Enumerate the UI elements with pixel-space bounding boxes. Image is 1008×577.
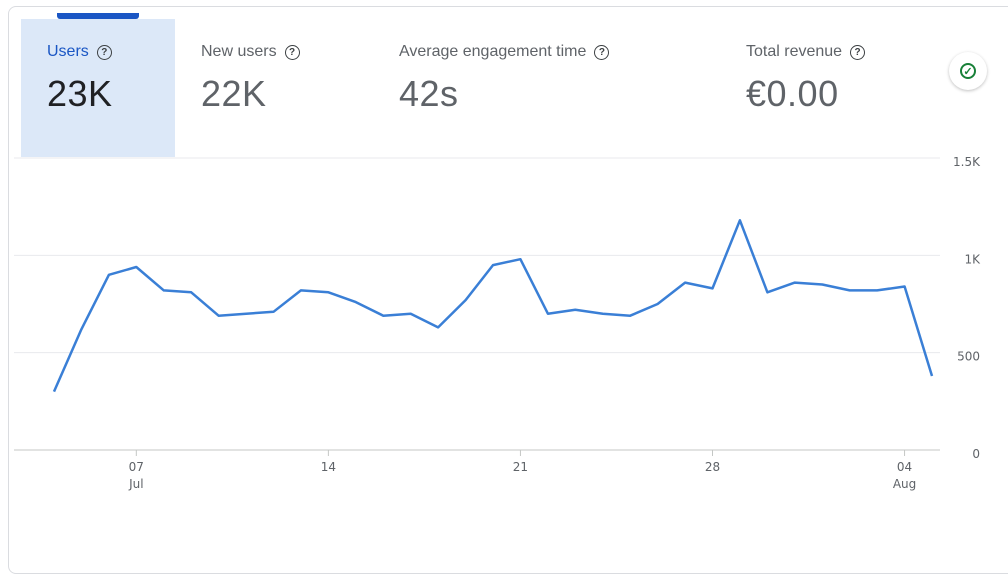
y-tick-label: 0 [972, 447, 980, 461]
x-tick-label-day: 21 [513, 460, 528, 474]
x-tick-label-day: 28 [705, 460, 720, 474]
x-axis-ticks: 07 Jul 14 21 28 04 Aug [128, 450, 916, 491]
users-line-chart: 0 500 1K 1.5K 07 Jul 14 21 28 04 Aug [14, 155, 981, 491]
x-tick-label-month: Aug [893, 477, 916, 491]
chart-gridlines [14, 157, 940, 451]
y-axis-ticks: 0 500 1K 1.5K [953, 155, 981, 461]
x-tick-label-day: 14 [321, 460, 336, 474]
y-tick-label: 1.5K [953, 155, 981, 169]
x-tick-label-day: 04 [897, 460, 912, 474]
users-series-line [52, 219, 934, 393]
x-tick-label-day: 07 [129, 460, 144, 474]
x-tick-label-month: Jul [128, 477, 143, 491]
y-tick-label: 500 [957, 350, 980, 364]
y-tick-label: 1K [964, 252, 981, 266]
